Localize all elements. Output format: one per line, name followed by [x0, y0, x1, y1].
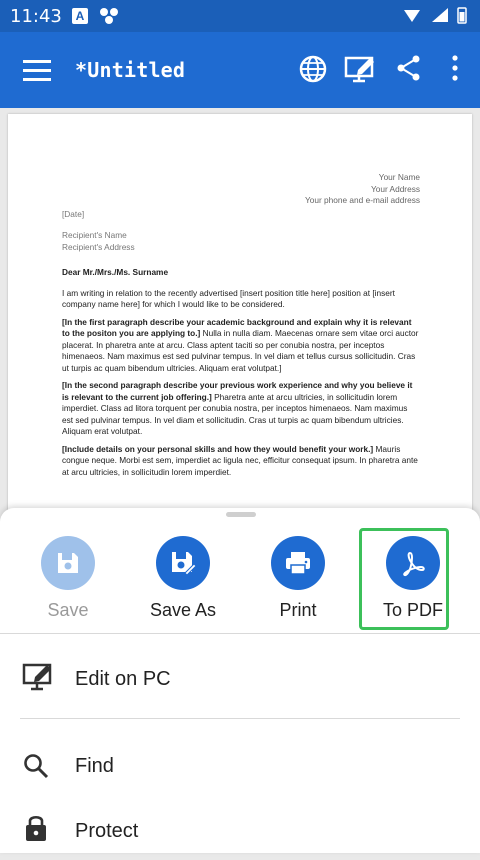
print-button[interactable]: Print	[242, 528, 354, 628]
find-label: Find	[75, 755, 114, 777]
paragraph-experience: [In the second paragraph describe your p…	[62, 380, 413, 436]
save-button[interactable]: Save	[12, 528, 124, 628]
search-icon	[24, 754, 49, 779]
lock-icon	[26, 815, 46, 841]
menu-item-find[interactable]: Find	[0, 735, 480, 795]
to-pdf-highlight	[359, 528, 449, 630]
save-as-label: Save As	[149, 600, 217, 620]
paragraph-skills: [Include details on your personal skills…	[62, 443, 418, 477]
print-icon	[271, 536, 325, 590]
app-bar: *Untitled	[0, 32, 480, 108]
sender-name: Your Name	[378, 172, 420, 182]
save-as-icon	[156, 536, 210, 590]
sender-address: Your Address	[370, 183, 420, 194]
menu-icon[interactable]	[22, 58, 52, 82]
apps-notification-icon	[100, 8, 118, 24]
print-label: Print	[279, 600, 317, 620]
recipient-address: Recipient's Address	[62, 241, 135, 252]
share-icon[interactable]	[396, 54, 422, 82]
paragraph-intro: I am writing in relation to the recently…	[62, 287, 395, 310]
signal-icon	[432, 8, 448, 22]
letter-date: [Date]	[62, 208, 85, 219]
status-time: 11:43	[10, 6, 62, 27]
document-title: *Untitled	[75, 58, 186, 82]
status-bar: 11:43 A	[0, 0, 480, 32]
paragraph-academic: [In the first paragraph describe your ac…	[62, 316, 419, 373]
edit-on-pc-icon	[22, 663, 52, 691]
menu-divider	[20, 718, 460, 719]
edit-on-pc-icon[interactable]	[344, 54, 378, 84]
salutation: Dear Mr./Mrs./Ms. Surname	[62, 267, 169, 277]
save-label: Save	[47, 600, 89, 620]
sheet-divider	[0, 633, 480, 634]
globe-icon[interactable]	[298, 54, 328, 84]
more-options-icon[interactable]	[448, 54, 462, 82]
recipient-name: Recipient's Name	[62, 230, 127, 240]
sheet-drag-handle[interactable]	[226, 512, 256, 517]
edit-on-pc-label: Edit on PC	[75, 668, 171, 690]
accessibility-notification-icon: A	[72, 8, 88, 24]
protect-label: Protect	[75, 820, 139, 842]
save-as-button[interactable]: Save As	[127, 528, 239, 628]
wifi-icon	[404, 10, 420, 22]
menu-item-edit-on-pc[interactable]: Edit on PC	[0, 648, 480, 708]
document-page[interactable]: Your Name Your Address Your phone and e-…	[8, 114, 472, 574]
status-icons	[404, 7, 467, 24]
document-content: Your Name Your Address Your phone and e-…	[62, 172, 420, 484]
document-canvas[interactable]: Your Name Your Address Your phone and e-…	[0, 108, 480, 574]
menu-item-protect[interactable]: Protect	[0, 800, 480, 860]
save-icon	[41, 536, 95, 590]
sender-contact: Your phone and e-mail address	[304, 195, 420, 205]
